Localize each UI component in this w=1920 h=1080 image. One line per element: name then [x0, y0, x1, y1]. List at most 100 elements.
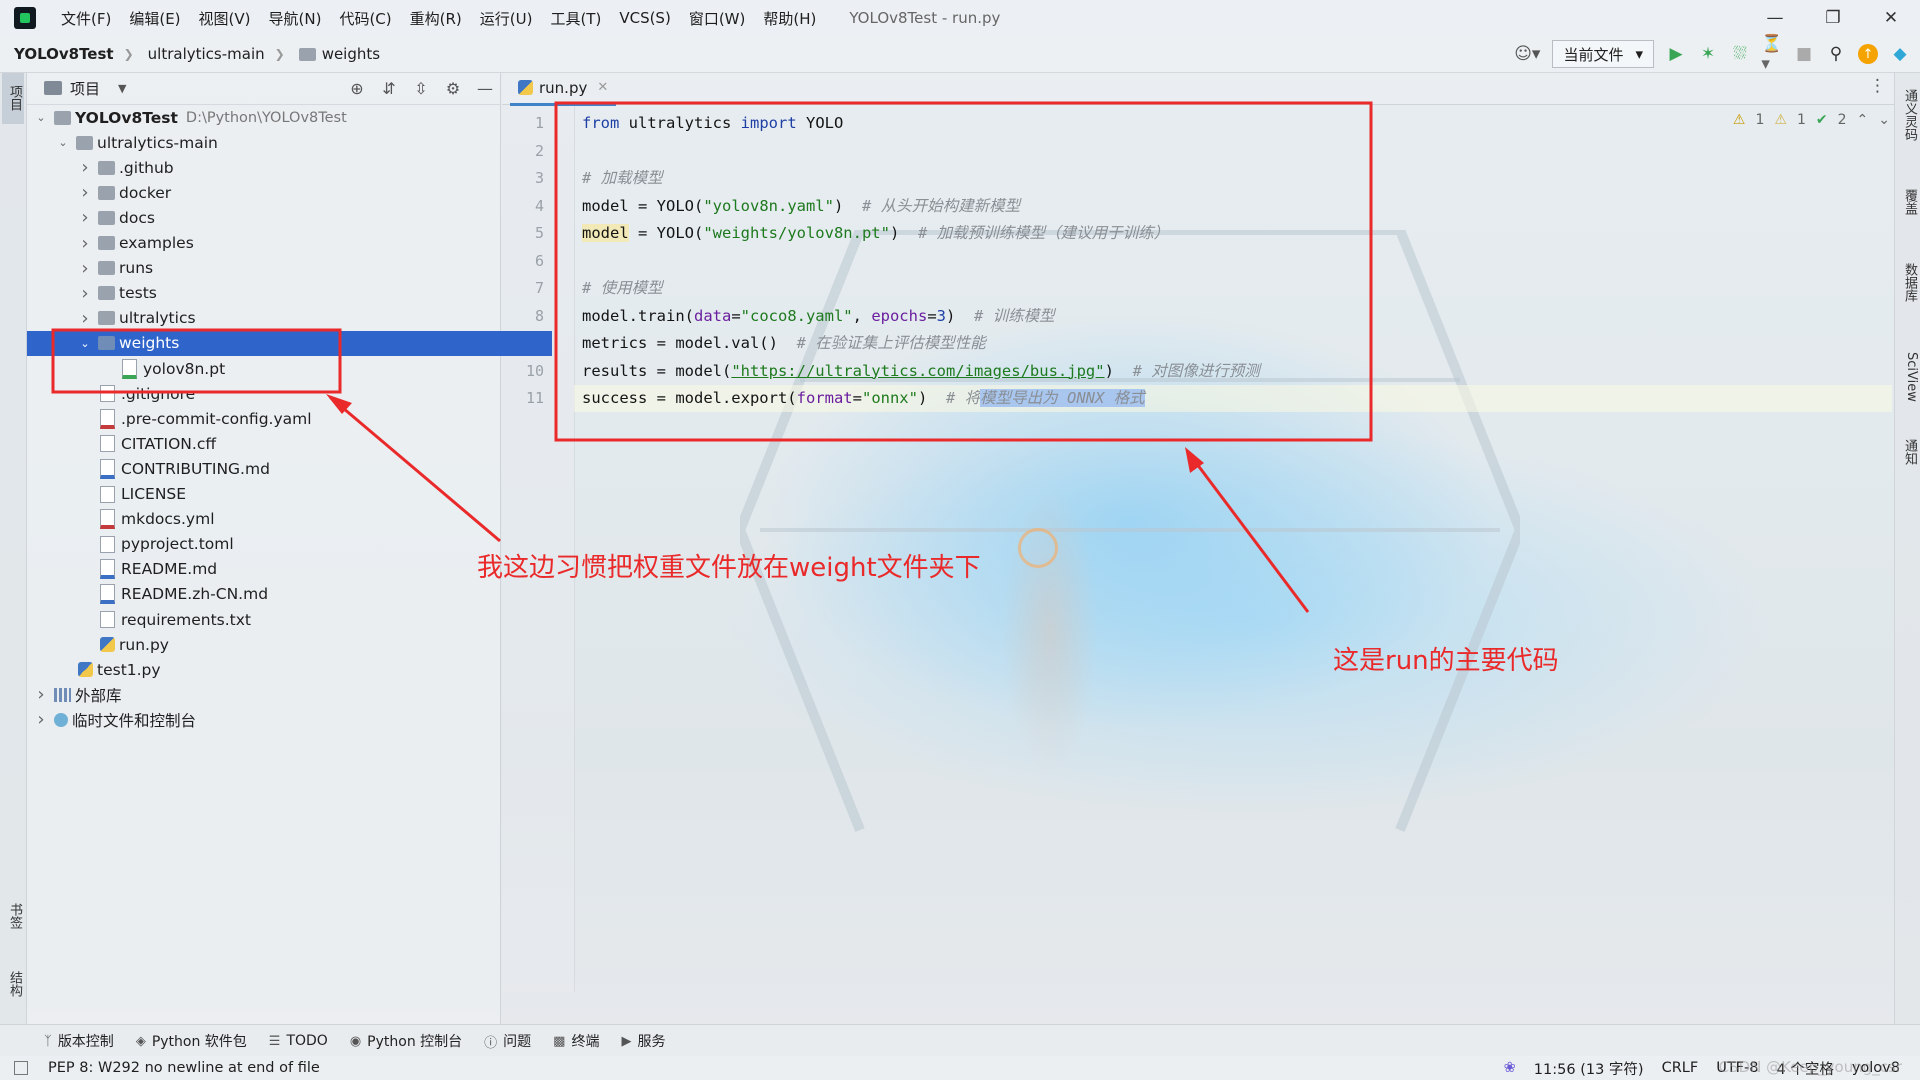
- search-icon[interactable]: ⚲: [1826, 44, 1846, 64]
- code-line[interactable]: results = model("https://ultralytics.com…: [582, 358, 1260, 385]
- notifications-tool-tab[interactable]: 通知: [1897, 432, 1919, 472]
- debug-icon[interactable]: ✶: [1698, 44, 1718, 64]
- breadcrumb-folder[interactable]: ultralytics-main ❯: [148, 45, 285, 63]
- tree-item[interactable]: › docker: [26, 180, 552, 205]
- stop-icon[interactable]: ■: [1794, 44, 1814, 64]
- hide-panel-icon[interactable]: —: [476, 79, 494, 98]
- tree-item[interactable]: › 临时文件和控制台: [26, 707, 508, 732]
- problems-button[interactable]: ⓘ 问题: [484, 1031, 531, 1051]
- close-icon[interactable]: ✕: [1862, 0, 1920, 36]
- inspection-widget[interactable]: ⚠ 1 ⚠ 1 ✔ 2 ⌃ ⌄: [1733, 112, 1890, 128]
- previous-highlight-icon[interactable]: ⌃: [1857, 112, 1869, 128]
- coverage-icon[interactable]: ⛆: [1730, 44, 1750, 64]
- tree-item[interactable]: › runs: [26, 256, 552, 281]
- menu-view[interactable]: 视图(V): [190, 8, 260, 29]
- menu-code[interactable]: 代码(C): [330, 8, 400, 29]
- chevron-down-icon[interactable]: ▼: [118, 82, 126, 95]
- toggle-tool-windows-icon[interactable]: [14, 1061, 28, 1075]
- python-console-button[interactable]: ◉ Python 控制台: [350, 1031, 462, 1051]
- more-options-icon[interactable]: ⋮: [1869, 76, 1886, 96]
- tree-item[interactable]: › .github: [26, 155, 552, 180]
- close-tab-icon[interactable]: ✕: [597, 80, 608, 95]
- line-separator[interactable]: CRLF: [1662, 1060, 1699, 1076]
- ide-logo-icon[interactable]: ◆: [1890, 44, 1910, 64]
- next-highlight-icon[interactable]: ⌄: [1878, 112, 1890, 128]
- code-line[interactable]: model.train(data="coco8.yaml", epochs=3)…: [582, 303, 1055, 330]
- chevron-right-icon[interactable]: ›: [78, 157, 92, 178]
- menu-run[interactable]: 运行(U): [471, 8, 542, 29]
- tree-item[interactable]: › ultralytics: [26, 306, 552, 331]
- database-tool-tab[interactable]: 数据库: [1897, 252, 1919, 312]
- chevron-right-icon[interactable]: ›: [78, 283, 92, 304]
- settings-gear-icon[interactable]: ⚙: [444, 79, 462, 98]
- chevron-right-icon[interactable]: ›: [78, 207, 92, 228]
- tree-item[interactable]: › tests: [26, 281, 552, 306]
- restore-icon[interactable]: ❐: [1804, 0, 1862, 36]
- tree-item[interactable]: ⌄ YOLOv8Test D:\Python\YOLOv8Test: [26, 105, 508, 130]
- tree-item[interactable]: run.py: [26, 632, 552, 657]
- status-message[interactable]: PEP 8: W292 no newline at end of file: [48, 1060, 320, 1076]
- tree-item[interactable]: README.md: [26, 557, 552, 582]
- terminal-button[interactable]: ▩ 终端: [553, 1031, 599, 1051]
- project-tool-tab[interactable]: 项目: [2, 72, 24, 124]
- tree-item[interactable]: .gitignore: [26, 381, 552, 406]
- tree-item[interactable]: LICENSE: [26, 482, 552, 507]
- menu-tools[interactable]: 工具(T): [541, 8, 610, 29]
- run-icon[interactable]: ▶: [1666, 44, 1686, 64]
- tree-item[interactable]: .pre-commit-config.yaml: [26, 406, 552, 431]
- menu-refactor[interactable]: 重构(R): [401, 8, 471, 29]
- tree-item[interactable]: › examples: [26, 231, 552, 256]
- tab-run-py[interactable]: run.py ✕: [510, 72, 617, 106]
- tree-item[interactable]: ⌄ ultralytics-main: [26, 130, 530, 155]
- chevron-down-icon[interactable]: ⌄: [56, 136, 70, 149]
- code-line[interactable]: from ultralytics import YOLO: [582, 110, 843, 137]
- menu-window[interactable]: 窗口(W): [680, 8, 755, 29]
- code-line[interactable]: # 加载模型: [582, 165, 663, 192]
- chevron-right-icon[interactable]: ›: [34, 709, 48, 730]
- code-line[interactable]: model = YOLO("weights/yolov8n.pt") # 加载预…: [582, 220, 1169, 247]
- tree-item[interactable]: mkdocs.yml: [26, 507, 552, 532]
- tongyi-tool-tab[interactable]: 通义灵码: [1897, 80, 1919, 150]
- tree-item[interactable]: › 外部库: [26, 682, 508, 707]
- menu-edit[interactable]: 编辑(E): [120, 8, 189, 29]
- python-packages-button[interactable]: ◈ Python 软件包: [136, 1031, 247, 1051]
- profile-icon[interactable]: ⏳▾: [1761, 34, 1782, 74]
- code-line[interactable]: metrics = model.val() # 在验证集上评估模型性能: [582, 330, 986, 357]
- caret-position[interactable]: 11:56 (13 字符): [1534, 1058, 1644, 1079]
- menu-file[interactable]: 文件(F): [52, 8, 120, 29]
- tree-item[interactable]: README.zh-CN.md: [26, 582, 552, 607]
- tree-item[interactable]: ⌄ weights: [26, 330, 552, 356]
- chevron-down-icon[interactable]: ⌄: [34, 111, 48, 124]
- menu-vcs[interactable]: VCS(S): [610, 9, 679, 27]
- coverage-tool-tab[interactable]: 覆盖: [1897, 182, 1919, 222]
- code-line[interactable]: # 使用模型: [582, 275, 663, 302]
- menu-navigate[interactable]: 导航(N): [260, 8, 331, 29]
- code-line[interactable]: model = YOLO("yolov8n.yaml") # 从头开始构建新模型: [582, 193, 1020, 220]
- chevron-right-icon[interactable]: ›: [78, 182, 92, 203]
- expand-all-icon[interactable]: ⇵: [380, 79, 398, 98]
- locate-file-icon[interactable]: ⊕: [348, 79, 366, 98]
- ai-assistant-icon[interactable]: ❀: [1504, 1060, 1516, 1076]
- bookmarks-tool-tab[interactable]: 书签: [2, 892, 24, 940]
- run-config-select[interactable]: 当前文件 ▾: [1552, 40, 1654, 68]
- vcs-tool-button[interactable]: ᛉ 版本控制: [44, 1031, 114, 1051]
- todo-button[interactable]: ☰ TODO: [269, 1033, 328, 1049]
- breadcrumb-project[interactable]: YOLOv8Test ❯: [14, 45, 134, 63]
- tree-item[interactable]: CITATION.cff: [26, 431, 552, 456]
- structure-tool-tab[interactable]: 结构: [2, 960, 24, 1008]
- project-panel-title[interactable]: 项目: [70, 78, 100, 99]
- collapse-all-icon[interactable]: ⇳: [412, 79, 430, 98]
- tree-item[interactable]: yolov8n.pt: [26, 356, 574, 381]
- tree-item[interactable]: requirements.txt: [26, 607, 552, 632]
- chevron-right-icon[interactable]: ›: [78, 233, 92, 254]
- sciview-tool-tab[interactable]: SciView: [1897, 342, 1919, 412]
- tree-item[interactable]: test1.py: [26, 657, 530, 682]
- update-icon[interactable]: ↑: [1858, 44, 1878, 64]
- user-account-icon[interactable]: ☺▾: [1514, 44, 1540, 64]
- minimize-icon[interactable]: —: [1746, 0, 1804, 36]
- chevron-right-icon[interactable]: ›: [34, 684, 48, 705]
- tree-item[interactable]: CONTRIBUTING.md: [26, 456, 552, 481]
- tree-item[interactable]: pyproject.toml: [26, 532, 552, 557]
- code-line[interactable]: success = model.export(format="onnx") # …: [582, 385, 1145, 412]
- tree-item[interactable]: › docs: [26, 205, 552, 230]
